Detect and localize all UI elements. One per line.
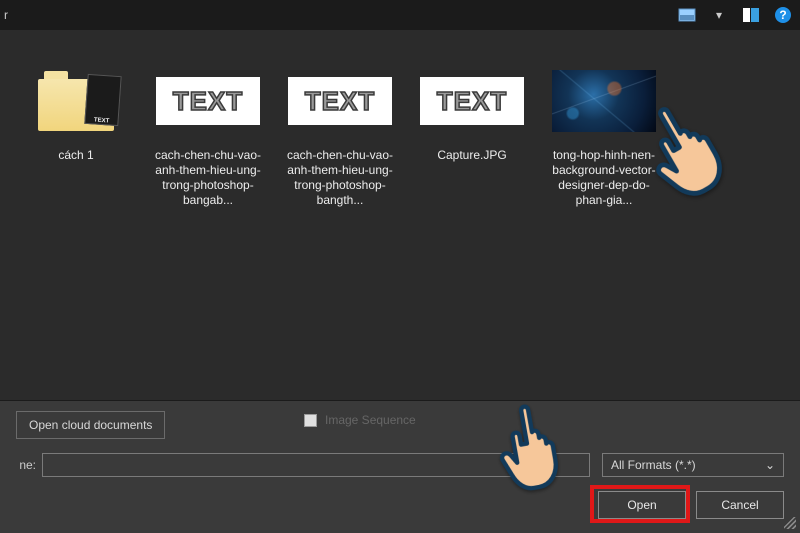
- file-item[interactable]: tong-hop-hinh-nen-background-vector-desi…: [540, 50, 668, 218]
- filename-row: ne:: [4, 453, 590, 477]
- chevron-down-icon: ⌄: [765, 458, 775, 472]
- thumb-text: TEXT: [437, 86, 507, 117]
- folder-icon: TEXT: [38, 71, 114, 131]
- dialog-bottom-panel: Open cloud documents Image Sequence ne: …: [0, 401, 800, 533]
- image-sequence-row: Image Sequence: [304, 413, 416, 427]
- text-thumb-icon: TEXT: [420, 77, 524, 125]
- resize-grip-icon[interactable]: [784, 517, 796, 529]
- svg-text:?: ?: [779, 8, 786, 22]
- file-name-label: cach-chen-chu-vao-anh-them-hieu-ung-tron…: [281, 148, 399, 208]
- dropdown-caret-icon[interactable]: ▾: [710, 6, 728, 24]
- cancel-button[interactable]: Cancel: [696, 491, 784, 519]
- thumb-text: TEXT: [173, 86, 243, 117]
- title-bar: r ▾ ?: [0, 0, 800, 30]
- file-name-label: tong-hop-hinh-nen-background-vector-desi…: [545, 148, 663, 208]
- file-thumbnail: [552, 60, 656, 142]
- file-thumbnail: TEXT: [288, 60, 392, 142]
- open-button[interactable]: Open: [598, 491, 686, 519]
- file-item[interactable]: TEXT Capture.JPG: [408, 50, 536, 218]
- image-sequence-checkbox[interactable]: [304, 414, 317, 427]
- titlebar-controls: ▾ ?: [678, 6, 792, 24]
- text-thumb-icon: TEXT: [288, 77, 392, 125]
- view-thumbnails-icon[interactable]: [678, 6, 696, 24]
- thumb-text: TEXT: [305, 86, 375, 117]
- filename-input[interactable]: [42, 453, 590, 477]
- file-item[interactable]: TEXT cach-chen-chu-vao-anh-them-hieu-ung-…: [144, 50, 272, 218]
- panel-toggle-icon[interactable]: [742, 6, 760, 24]
- image-thumb-icon: [552, 70, 656, 132]
- file-item[interactable]: TEXT cách 1: [12, 50, 140, 218]
- dialog-buttons: Open Cancel: [598, 491, 784, 519]
- file-format-selected: All Formats (*.*): [611, 458, 696, 472]
- file-name-label: cách 1: [58, 148, 93, 163]
- file-name-label: Capture.JPG: [437, 148, 506, 163]
- file-list[interactable]: TEXT cách 1 TEXT cach-chen-chu-vao-anh-them…: [10, 50, 790, 380]
- text-thumb-icon: TEXT: [156, 77, 260, 125]
- file-thumbnail: TEXT: [24, 60, 128, 142]
- file-format-dropdown[interactable]: All Formats (*.*) ⌄: [602, 453, 784, 477]
- help-icon[interactable]: ?: [774, 6, 792, 24]
- image-sequence-label: Image Sequence: [325, 413, 416, 427]
- file-thumbnail: TEXT: [156, 60, 260, 142]
- filename-label: ne:: [4, 458, 36, 472]
- window-title: r: [4, 8, 8, 22]
- file-name-label: cach-chen-chu-vao-anh-them-hieu-ung-tron…: [149, 148, 267, 208]
- open-cloud-documents-button[interactable]: Open cloud documents: [16, 411, 165, 439]
- file-thumbnail: TEXT: [420, 60, 524, 142]
- file-item[interactable]: TEXT cach-chen-chu-vao-anh-them-hieu-ung-…: [276, 50, 404, 218]
